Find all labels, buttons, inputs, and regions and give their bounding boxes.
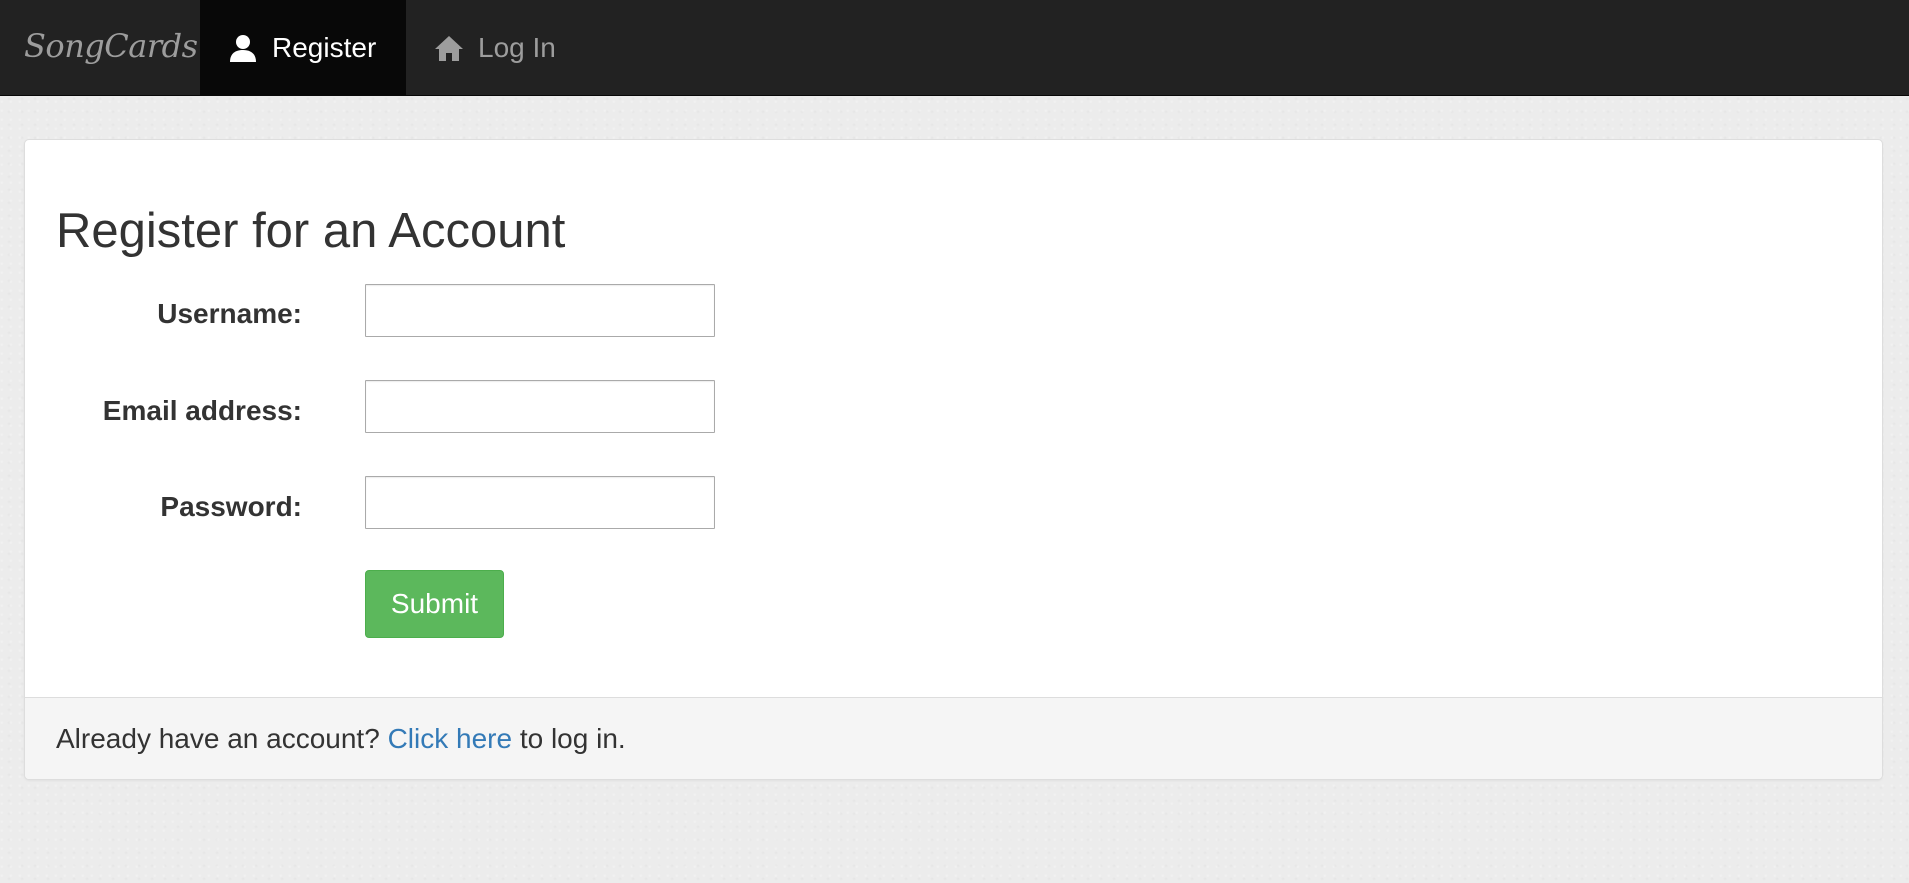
- brand-logo[interactable]: SongCards: [24, 0, 198, 96]
- register-panel: Register for an Account Username: Email …: [24, 139, 1883, 780]
- nav-item-label: Register: [272, 32, 377, 63]
- footer-prefix-text: Already have an account?: [56, 722, 388, 754]
- username-input[interactable]: [365, 284, 715, 337]
- top-navbar: SongCards Register Log In: [0, 0, 1909, 96]
- footer-suffix-text: to log in.: [512, 722, 626, 754]
- password-label: Password:: [160, 491, 302, 522]
- nav-item-login[interactable]: Log In: [406, 0, 606, 96]
- panel-footer: Already have an account? Click here to l…: [25, 697, 1882, 779]
- submit-button[interactable]: Submit: [365, 570, 504, 638]
- email-label: Email address:: [102, 395, 302, 426]
- user-icon: [228, 33, 258, 63]
- email-input[interactable]: [365, 380, 715, 433]
- page-title: Register for an Account: [56, 204, 566, 258]
- nav-item-label: Log In: [478, 32, 556, 63]
- home-icon: [434, 33, 464, 63]
- nav-item-register[interactable]: Register: [200, 0, 406, 96]
- login-link[interactable]: Click here: [388, 723, 512, 755]
- password-input[interactable]: [365, 476, 715, 529]
- username-label: Username:: [157, 298, 302, 329]
